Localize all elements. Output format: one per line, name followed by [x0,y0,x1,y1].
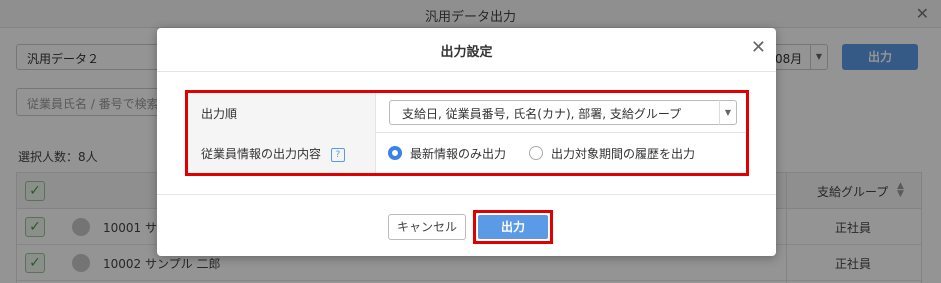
submit-highlight: 出力 [473,210,553,244]
output-order-select[interactable]: 支給日, 従業員番号, 氏名(カナ), 部署, 支給グループ [389,100,721,125]
close-icon[interactable]: ✕ [751,37,766,58]
dialog-title: 出力設定 [440,45,493,60]
employee-info-row: 従業員情報の出力内容 ? 最新情報のみ出力 出力対象期間の履歴を出力 [188,133,746,173]
employee-info-label-cell: 従業員情報の出力内容 ? [188,133,376,173]
employee-info-label: 従業員情報の出力内容 [201,147,322,161]
chevron-down-icon[interactable]: ▼ [719,100,737,125]
radio-history-label[interactable]: 出力対象期間の履歴を出力 [551,145,695,162]
submit-output-button[interactable]: 出力 [478,215,548,239]
radio-history[interactable] [529,146,543,160]
output-order-label: 出力順 [188,93,376,133]
dialog-header: 出力設定 ✕ [157,28,776,72]
help-icon[interactable]: ? [330,147,345,162]
radio-latest-only[interactable] [388,146,402,160]
radio-latest-only-label[interactable]: 最新情報のみ出力 [410,145,506,162]
output-order-row: 出力順 支給日, 従業員番号, 氏名(カナ), 部署, 支給グループ ▼ [188,93,746,133]
dialog-footer: キャンセル 出力 [157,194,776,256]
settings-form: 出力順 支給日, 従業員番号, 氏名(カナ), 部署, 支給グループ ▼ 従業員… [185,90,749,176]
cancel-button[interactable]: キャンセル [388,214,466,240]
output-settings-dialog: 出力設定 ✕ 出力順 支給日, 従業員番号, 氏名(カナ), 部署, 支給グルー… [157,28,776,256]
